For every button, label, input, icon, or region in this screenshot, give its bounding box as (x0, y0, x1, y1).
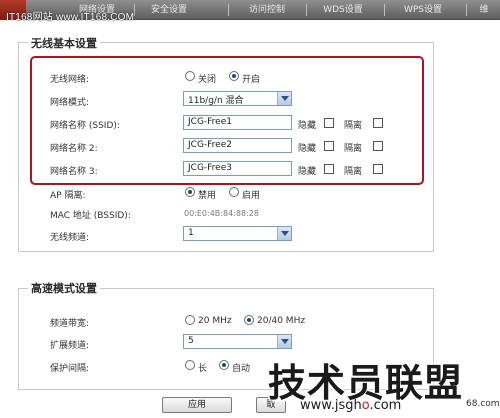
ap-isolation-enable-radio[interactable] (229, 187, 239, 197)
ssid3-hide-checkbox[interactable] (324, 164, 334, 174)
network-mode-select[interactable]: 11b/g/n 混合 (183, 91, 292, 106)
nav-separator (134, 4, 135, 16)
ssid1-label: 网络名称 (SSID): (50, 121, 120, 131)
ssid1-isolate-label: 隔离 (344, 121, 363, 131)
nav-separator (384, 4, 385, 16)
ssid3-isolate-label: 隔离 (344, 167, 363, 177)
apply-button[interactable]: 应用 (162, 397, 232, 413)
watermark-url-suffix: .com (369, 398, 402, 413)
ssid3-input[interactable]: JCG-Free3 (183, 161, 292, 176)
ssid1-isolate-checkbox[interactable] (373, 118, 383, 128)
watermark-top-text: IT168网站 www.IT168.COM (6, 12, 135, 23)
nav-tab-wps[interactable]: WPS设置 (388, 0, 458, 20)
ssid1-hide-label: 隐藏 (298, 121, 317, 131)
ssid3-hide-label: 隐藏 (298, 167, 317, 177)
ssid3-label: 网络名称 3: (50, 167, 98, 177)
guard-auto-label: 自动 (232, 364, 251, 374)
ssid2-isolate-label: 隔离 (344, 144, 363, 154)
guard-interval-label: 保护间隔: (50, 364, 90, 374)
ssid2-input[interactable]: JCG-Free2 (183, 138, 292, 153)
watermark-logo-text: 技术员联盟 (268, 361, 464, 405)
channel-label: 无线频道: (50, 233, 90, 243)
chevron-down-icon[interactable] (277, 92, 291, 105)
advanced-title: 高速模式设置 (28, 280, 100, 296)
guard-long-label: 长 (198, 364, 208, 374)
nav-tab-wds[interactable]: WDS设置 (310, 0, 376, 20)
ap-isolation-disable-radio[interactable] (185, 187, 195, 197)
ext-channel-select[interactable]: 5 (183, 334, 292, 349)
bandwidth-20-label: 20 MHz (198, 316, 232, 326)
ssid2-isolate-checkbox[interactable] (373, 141, 383, 151)
mac-address-label: MAC 地址 (BSSID): (50, 211, 131, 221)
network-mode-value: 11b/g/n 混合 (188, 96, 244, 106)
bandwidth-label: 频道带宽: (50, 319, 90, 329)
ssid2-hide-checkbox[interactable] (324, 141, 334, 151)
ssid3-isolate-checkbox[interactable] (373, 164, 383, 174)
ext-channel-label: 扩展频道: (50, 341, 90, 351)
mac-address-value: 00:E0:4B:84:88:28 (184, 209, 259, 218)
channel-value: 1 (188, 228, 194, 238)
wireless-on-label: 开启 (242, 75, 261, 85)
wireless-on-radio[interactable] (229, 71, 239, 81)
watermark-url: www.jsgho.com (300, 398, 401, 413)
watermark-corner-text: 68.com (466, 399, 500, 409)
nav-tab-security[interactable]: 安全设置 (136, 0, 202, 20)
network-mode-label: 网络模式: (50, 98, 90, 108)
ssid1-hide-checkbox[interactable] (324, 118, 334, 128)
bandwidth-2040-label: 20/40 MHz (257, 316, 306, 326)
ap-isolation-enable-label: 启用 (242, 191, 261, 201)
bandwidth-2040-radio[interactable] (244, 315, 254, 325)
nav-tab-access-control[interactable]: 访问控制 (232, 0, 302, 20)
ssid1-input[interactable]: JCG-Free1 (183, 115, 292, 130)
guard-auto-radio[interactable] (219, 360, 229, 370)
channel-select[interactable]: 1 (183, 226, 292, 241)
guard-long-radio[interactable] (185, 360, 195, 370)
chevron-down-icon[interactable] (277, 227, 291, 240)
nav-separator (228, 4, 229, 16)
ap-isolation-label: AP 隔离: (50, 191, 86, 201)
nav-separator (306, 4, 307, 16)
watermark-url-prefix: www.jsgh (300, 398, 362, 413)
ssid2-hide-label: 隐藏 (298, 144, 317, 154)
ssid2-label: 网络名称 2: (50, 144, 98, 154)
ap-isolation-disable-label: 禁用 (198, 191, 217, 201)
wireless-off-radio[interactable] (185, 71, 195, 81)
nav-tab-more[interactable]: 维 (470, 0, 498, 20)
wireless-basic-title: 无线基本设置 (28, 35, 100, 51)
wireless-network-label: 无线网络: (50, 75, 90, 85)
bandwidth-20-radio[interactable] (185, 315, 195, 325)
nav-separator (466, 4, 467, 16)
wireless-off-label: 关闭 (198, 75, 217, 85)
ext-channel-value: 5 (188, 336, 194, 346)
chevron-down-icon[interactable] (277, 335, 291, 348)
